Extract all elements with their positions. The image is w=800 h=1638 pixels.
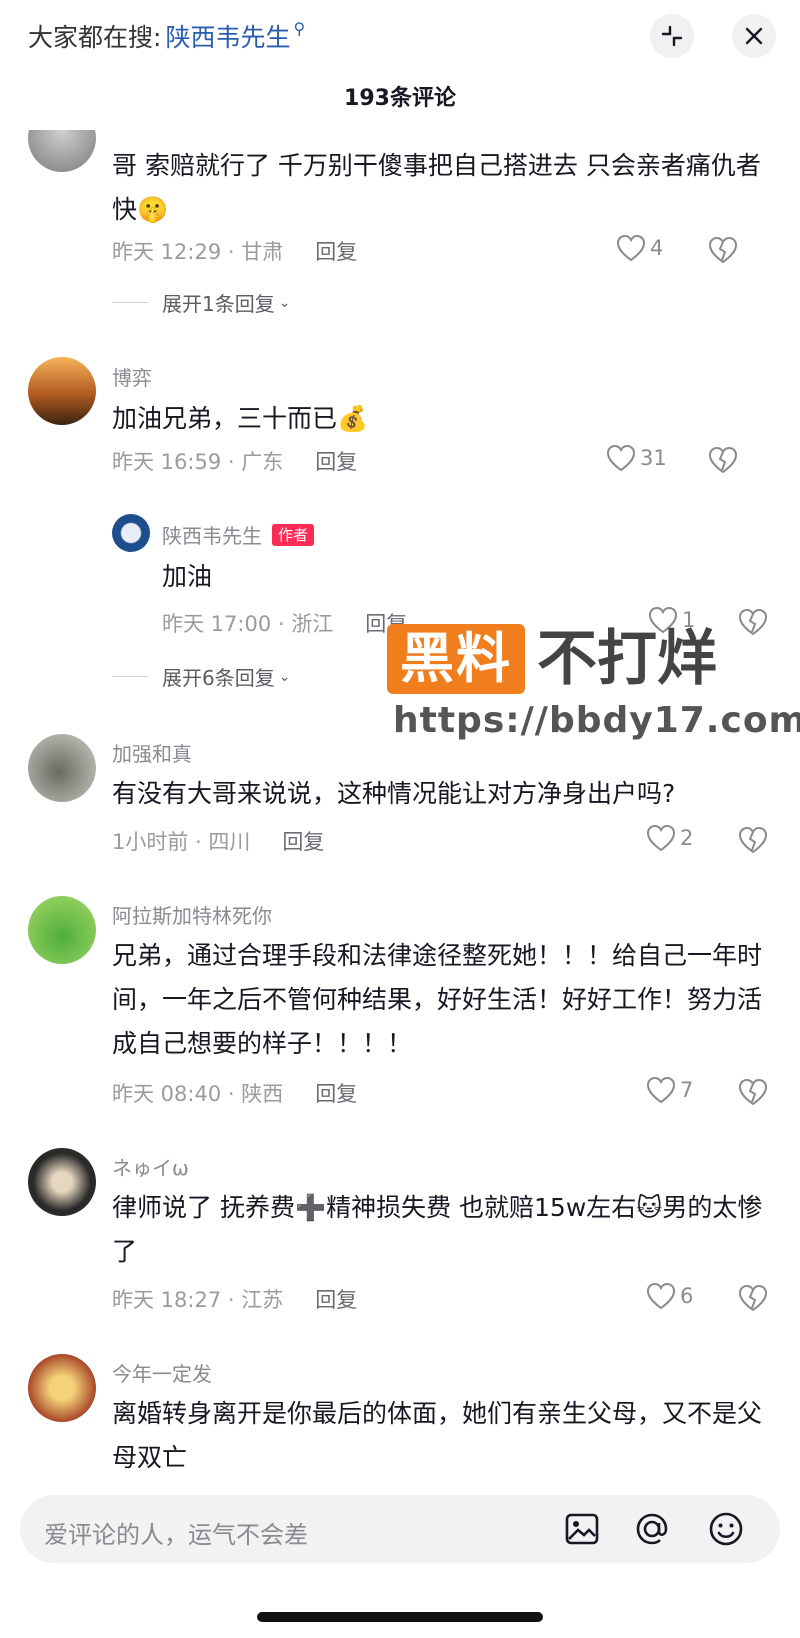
broken-heart-icon	[708, 446, 738, 474]
expand-label: 展开1条回复	[162, 292, 275, 316]
reply-username-text: 陕西韦先生	[162, 524, 262, 548]
comment-text: 兄弟，通过合理手段和法律途径整死她！！！给自己一年时间，一年之后不管何种结果，好…	[112, 941, 763, 1058]
reply-username[interactable]: 陕西韦先生 作者	[162, 520, 315, 549]
heart-icon	[616, 234, 646, 262]
avatar[interactable]	[28, 357, 96, 425]
like-count: 6	[680, 1284, 694, 1308]
comment-meta: 昨天 08:40 · 陕西 回复	[112, 1078, 357, 1108]
at-icon	[636, 1513, 668, 1545]
reply-button[interactable]: 回复	[315, 1284, 357, 1314]
username[interactable]: 今年一定发	[112, 1358, 212, 1387]
dislike-button[interactable]	[738, 1078, 768, 1110]
comment-text: 律师说了 抚养费➕精神损失费 也就赔15w左右🐱男的太惨了	[112, 1193, 763, 1266]
broken-heart-icon	[708, 236, 738, 264]
avatar[interactable]	[28, 734, 96, 802]
comment-meta: 昨天 16:59 · 广东 回复	[112, 446, 357, 476]
broken-heart-icon	[738, 1078, 768, 1106]
like-button[interactable]: 6	[646, 1282, 693, 1310]
mention-button[interactable]	[632, 1509, 672, 1549]
comment-count: 193条评论	[344, 86, 456, 111]
comment-text: 哥 索赔就行了 千万别干傻事把自己搭进去 只会亲者痛仇者快🤫	[112, 151, 761, 224]
image-button[interactable]	[562, 1509, 602, 1549]
username[interactable]: ネゅイω	[112, 1152, 189, 1181]
close-icon	[745, 27, 763, 45]
comment-text: 加油兄弟，三十而已💰	[112, 404, 369, 433]
reply-button[interactable]: 回复	[282, 826, 324, 856]
search-keyword[interactable]: 陕西韦先生	[165, 18, 290, 54]
comment-text: 离婚转身离开是你最后的体面，她们有亲生父母，又不是父母双亡	[112, 1399, 763, 1472]
divider	[112, 302, 148, 303]
comment-meta: 1小时前 · 四川 回复	[112, 826, 324, 856]
heart-icon	[606, 444, 636, 472]
heart-icon	[646, 1282, 676, 1310]
search-suggestion[interactable]: 大家都在搜: 陕西韦先生 ⚲	[28, 18, 305, 54]
expand-replies-button[interactable]: 展开6条回复 ⌄	[112, 662, 290, 691]
username[interactable]: 阿拉斯加特林死你	[112, 900, 272, 929]
watermark-text: 不打烊	[537, 624, 717, 694]
avatar[interactable]	[112, 514, 150, 552]
reply-text: 加油	[162, 562, 213, 591]
reply-button[interactable]: 回复	[315, 446, 357, 476]
broken-heart-icon	[738, 608, 768, 636]
avatar[interactable]	[28, 1354, 96, 1422]
expand-replies-button[interactable]: 展开1条回复 ⌄	[112, 288, 290, 317]
comment-text: 有没有大哥来说说，这种情况能让对方净身出户吗?	[112, 779, 676, 808]
time-location: 昨天 08:40 · 陕西	[112, 1082, 284, 1106]
heart-icon	[646, 1076, 676, 1104]
image-icon	[565, 1513, 599, 1545]
reply-button[interactable]: 回复	[315, 236, 357, 266]
dislike-button[interactable]	[738, 608, 768, 640]
home-indicator[interactable]	[257, 1612, 543, 1622]
time-location: 1小时前 · 四川	[112, 830, 251, 854]
emoji-icon	[709, 1512, 743, 1546]
dislike-button[interactable]	[708, 236, 738, 268]
like-count: 31	[640, 446, 667, 470]
time-location: 昨天 12:29 · 甘肃	[112, 240, 284, 264]
chevron-down-icon: ⌄	[278, 294, 291, 311]
watermark-box-text: 黑料	[387, 624, 525, 694]
author-badge: 作者	[272, 523, 315, 546]
divider	[112, 676, 148, 677]
time-location: 昨天 16:59 · 广东	[112, 450, 284, 474]
emoji-button[interactable]	[706, 1509, 746, 1549]
time-location: 昨天 18:27 · 江苏	[112, 1288, 284, 1312]
like-button[interactable]: 2	[646, 824, 693, 852]
avatar[interactable]	[28, 896, 96, 964]
time-location: 昨天 17:00 · 浙江	[162, 612, 334, 636]
comment-meta: 昨天 18:27 · 江苏 回复	[112, 1284, 357, 1314]
reply-button[interactable]: 回复	[315, 1078, 357, 1108]
watermark-url: https://bbdy17.com	[393, 700, 800, 741]
dislike-button[interactable]	[708, 446, 738, 478]
avatar[interactable]	[28, 1148, 96, 1216]
broken-heart-icon	[738, 1284, 768, 1312]
comments-header: 大家都在搜: 陕西韦先生 ⚲ 193条评论	[0, 0, 800, 130]
like-button[interactable]: 31	[606, 444, 667, 472]
comment-input[interactable]: 爱评论的人，运气不会差	[44, 1515, 308, 1550]
like-count: 7	[680, 1078, 694, 1102]
search-icon: ⚲	[293, 18, 306, 38]
comment-input-bar[interactable]: 爱评论的人，运气不会差	[20, 1495, 780, 1563]
like-button[interactable]: 7	[646, 1076, 693, 1104]
search-prefix: 大家都在搜:	[28, 23, 162, 52]
dislike-button[interactable]	[738, 1284, 768, 1316]
like-count: 4	[650, 236, 664, 260]
reply-meta: 昨天 17:00 · 浙江 回复	[162, 608, 407, 638]
username[interactable]: 博弈	[112, 362, 152, 391]
username[interactable]: 加强和真	[112, 738, 192, 767]
heart-icon	[646, 824, 676, 852]
close-button[interactable]	[732, 14, 776, 58]
collapse-icon	[661, 25, 683, 47]
broken-heart-icon	[738, 826, 768, 854]
expand-label: 展开6条回复	[162, 666, 275, 690]
comment-meta: 昨天 12:29 · 甘肃 回复	[112, 236, 357, 266]
like-button[interactable]: 4	[616, 234, 663, 262]
chevron-down-icon: ⌄	[278, 668, 291, 685]
collapse-button[interactable]	[650, 14, 694, 58]
like-count: 2	[680, 826, 694, 850]
dislike-button[interactable]	[738, 826, 768, 858]
